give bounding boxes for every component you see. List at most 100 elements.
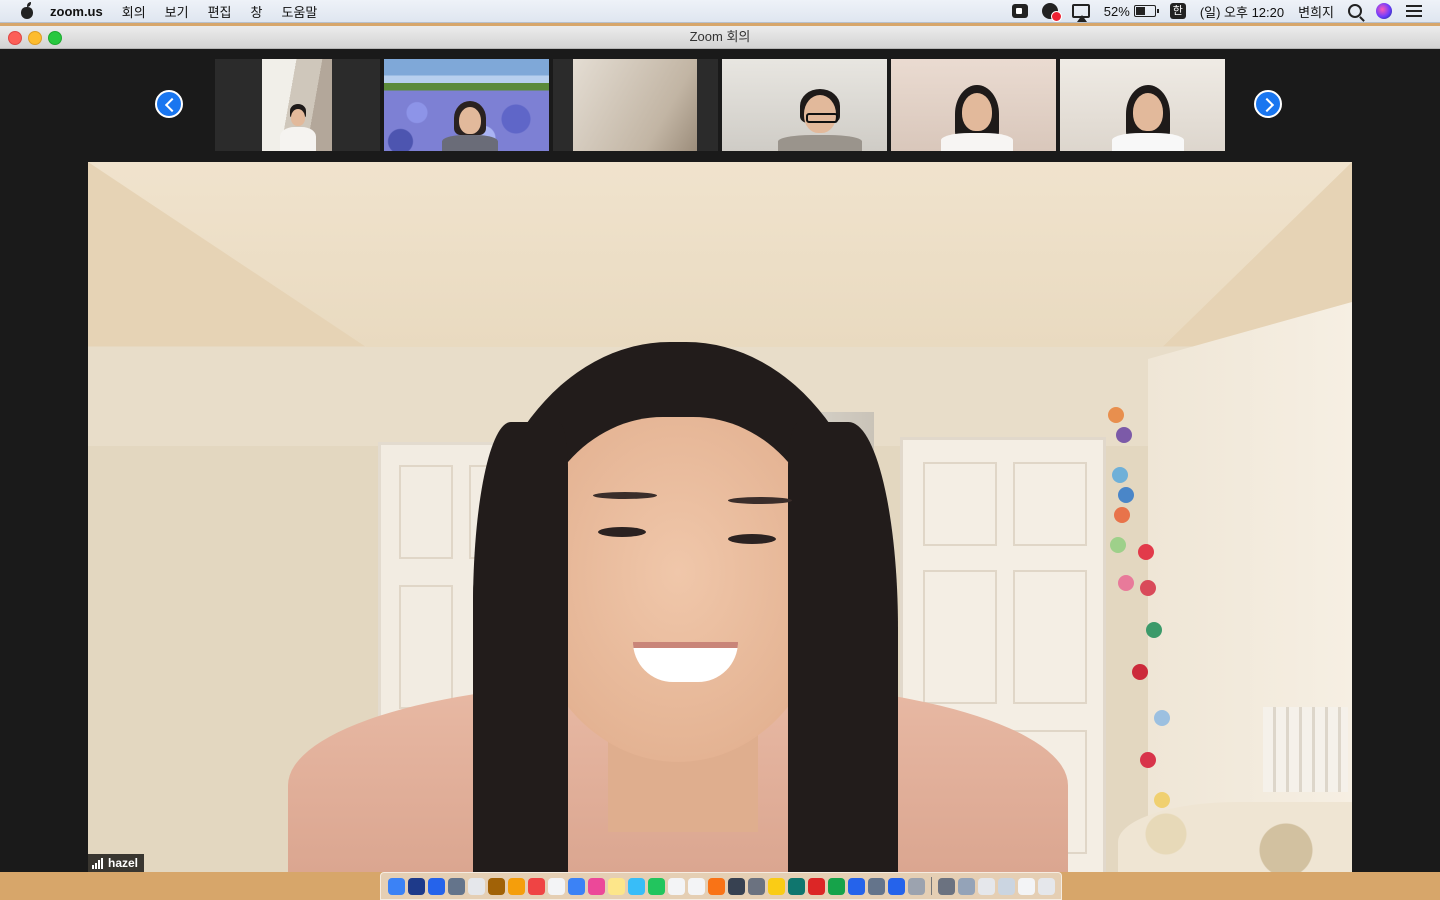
dock-app-icon[interactable]	[567, 877, 585, 895]
light-ball	[1154, 792, 1170, 808]
airplay-icon[interactable]	[1071, 4, 1090, 22]
participant-thumbnail-strip	[0, 59, 1440, 151]
connection-signal-icon	[92, 857, 103, 869]
dock-app-icon[interactable]	[767, 877, 785, 895]
participant-thumbnail[interactable]	[384, 59, 549, 151]
dock-app-icon[interactable]	[867, 877, 885, 895]
door-panel	[1013, 570, 1087, 704]
bed-blanket	[1118, 802, 1352, 872]
participant-thumbnail[interactable]	[1060, 59, 1225, 151]
menu-edit[interactable]: 편집	[208, 2, 232, 21]
menu-bar: zoom.us 회의 보기 편집 창 도움말 52% 한 (일) 오후 12:2…	[0, 0, 1440, 23]
input-source-indicator[interactable]: 한	[1169, 3, 1186, 19]
light-ball	[1110, 537, 1126, 553]
menu-window[interactable]: 창	[251, 2, 263, 21]
dock-app-icon[interactable]	[647, 877, 665, 895]
door-panel	[399, 585, 453, 709]
battery-icon	[1133, 5, 1159, 17]
dock-app-icon[interactable]	[787, 877, 805, 895]
dock-app-icon[interactable]	[907, 877, 925, 895]
speaker-eye	[598, 527, 646, 537]
battery-status[interactable]: 52%	[1104, 4, 1159, 19]
light-ball	[1114, 507, 1130, 523]
light-ball	[1118, 575, 1134, 591]
dock-app-icon[interactable]	[667, 877, 685, 895]
menu-app-name[interactable]: zoom.us	[50, 4, 103, 19]
speaker-hair-left	[473, 422, 568, 872]
camera-view-wall	[573, 59, 697, 151]
speaker-name-tag: hazel	[88, 854, 145, 872]
participant-thumbnail[interactable]	[891, 59, 1056, 151]
dock-app-icon[interactable]	[587, 877, 605, 895]
dock-app-icon[interactable]	[1017, 877, 1035, 895]
dock-app-icon[interactable]	[387, 877, 405, 895]
dock-app-icon[interactable]	[407, 877, 425, 895]
menu-clock[interactable]: (일) 오후 12:20	[1200, 2, 1284, 21]
zoom-tray-icon[interactable]	[1011, 4, 1028, 18]
dock-app-icon[interactable]	[847, 877, 865, 895]
speaker-eye	[728, 534, 776, 544]
apple-menu-icon[interactable]	[18, 2, 36, 20]
dock-app-icon[interactable]	[827, 877, 845, 895]
light-ball	[1108, 407, 1124, 423]
dock-app-icon[interactable]	[977, 877, 995, 895]
door-panel	[1013, 462, 1087, 546]
window-zoom-button[interactable]	[48, 31, 62, 45]
dock-separator	[930, 877, 932, 895]
light-ball	[1138, 544, 1154, 560]
dock-app-icon[interactable]	[607, 877, 625, 895]
participant-body	[442, 135, 498, 151]
menu-help[interactable]: 도움말	[281, 2, 317, 21]
speaker-hair-right	[788, 422, 898, 872]
dock-app-icon[interactable]	[707, 877, 725, 895]
dock-app-icon[interactable]	[727, 877, 745, 895]
dock-app-icon[interactable]	[807, 877, 825, 895]
spotlight-search-icon[interactable]	[1348, 4, 1362, 18]
siri-icon[interactable]	[1376, 3, 1392, 19]
speaker-eyebrow	[593, 492, 657, 499]
participant-face	[1133, 93, 1163, 131]
participant-body	[941, 133, 1013, 151]
dock-app-icon[interactable]	[687, 877, 705, 895]
dock-app-icon[interactable]	[1037, 877, 1055, 895]
dock-app-icon[interactable]	[547, 877, 565, 895]
dock-app-icon[interactable]	[527, 877, 545, 895]
dock-app-icon[interactable]	[627, 877, 645, 895]
light-ball	[1154, 710, 1170, 726]
dock-app-icon[interactable]	[467, 877, 485, 895]
dock-app-icon[interactable]	[887, 877, 905, 895]
macos-dock	[380, 872, 1062, 900]
window-close-button[interactable]	[8, 31, 22, 45]
previous-page-button[interactable]	[155, 90, 183, 118]
next-page-button[interactable]	[1254, 90, 1282, 118]
radiator	[1263, 707, 1348, 792]
dock-app-icon[interactable]	[487, 877, 505, 895]
light-ball	[1132, 664, 1148, 680]
menu-view[interactable]: 보기	[165, 2, 189, 21]
glasses-icon	[806, 113, 838, 123]
dock-app-icon[interactable]	[957, 877, 975, 895]
room-ceiling	[88, 162, 1352, 347]
speaker-face	[528, 417, 828, 762]
participant-thumbnail[interactable]	[722, 59, 887, 151]
dock-app-icon[interactable]	[507, 877, 525, 895]
dock-app-icon[interactable]	[937, 877, 955, 895]
door-panel	[399, 465, 453, 559]
door-panel	[923, 462, 997, 546]
participant-thumbnail[interactable]	[553, 59, 718, 151]
active-speaker-video[interactable]	[88, 162, 1352, 872]
dock-app-icon[interactable]	[427, 877, 445, 895]
notification-center-icon[interactable]	[1406, 5, 1422, 17]
light-ball	[1140, 580, 1156, 596]
window-titlebar: Zoom 회의	[0, 26, 1440, 49]
dock-app-icon[interactable]	[997, 877, 1015, 895]
chevron-left-icon	[164, 97, 180, 113]
dock-app-icon[interactable]	[447, 877, 465, 895]
zoom-meeting-window: Zoom 회의 hazel	[0, 26, 1440, 872]
dock-app-icon[interactable]	[747, 877, 765, 895]
menu-meeting[interactable]: 회의	[122, 2, 146, 21]
window-minimize-button[interactable]	[28, 31, 42, 45]
menu-user-name[interactable]: 변희지	[1298, 2, 1334, 21]
participant-thumbnail[interactable]	[215, 59, 380, 151]
recording-tray-icon[interactable]	[1041, 3, 1062, 22]
